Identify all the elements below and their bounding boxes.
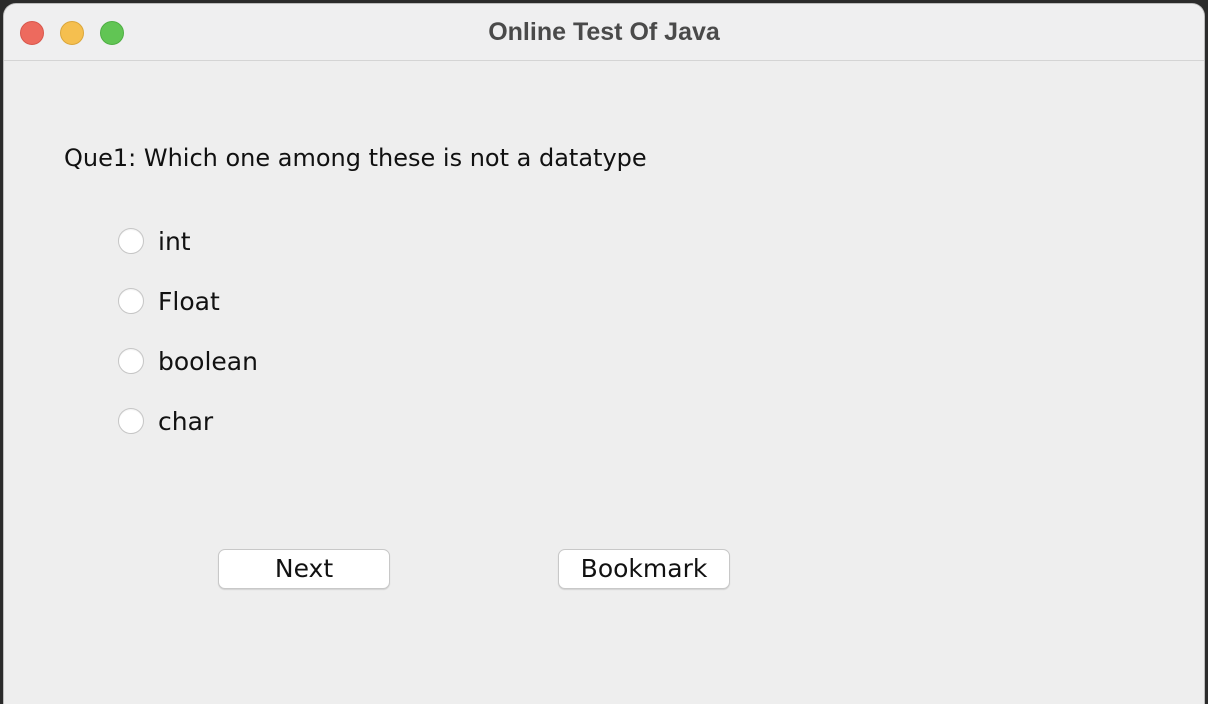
option-float[interactable]: Float (118, 286, 220, 316)
radio-button[interactable] (118, 408, 144, 434)
radio-button[interactable] (118, 288, 144, 314)
option-int[interactable]: int (118, 226, 191, 256)
app-window: Online Test Of Java Que1: Which one amon… (4, 4, 1204, 704)
option-label: char (158, 406, 214, 436)
option-char[interactable]: char (118, 406, 213, 436)
question-text: Que1: Which one among these is not a dat… (64, 144, 647, 172)
bookmark-button[interactable]: Bookmark (558, 549, 730, 589)
title-bar: Online Test Of Java (4, 4, 1204, 61)
radio-button[interactable] (118, 348, 144, 374)
option-label: boolean (158, 346, 258, 376)
option-boolean[interactable]: boolean (118, 346, 258, 376)
option-label: int (158, 226, 191, 256)
next-button[interactable]: Next (218, 549, 390, 589)
option-label: Float (158, 286, 220, 316)
radio-button[interactable] (118, 228, 144, 254)
window-title: Online Test Of Java (488, 18, 720, 46)
